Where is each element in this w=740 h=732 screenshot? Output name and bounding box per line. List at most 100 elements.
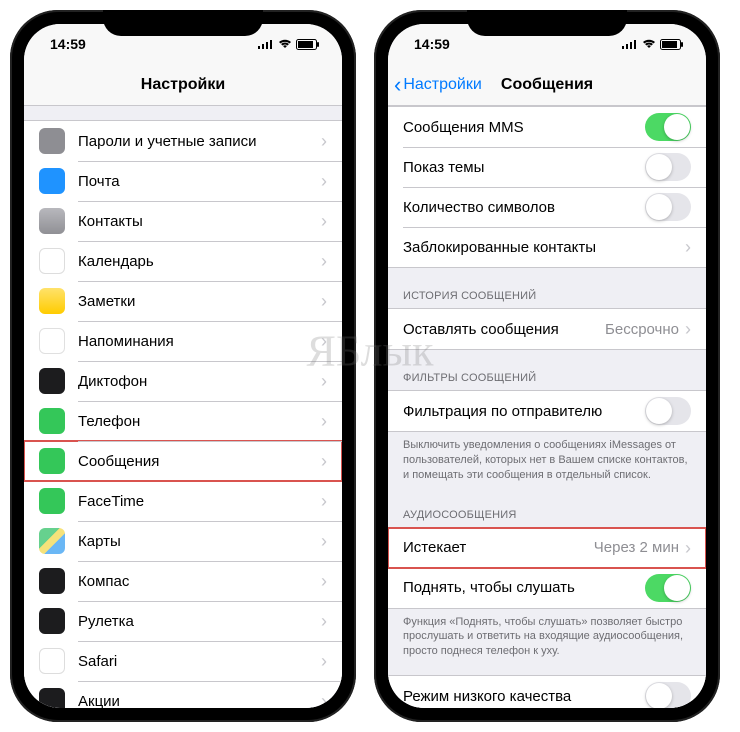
toggle[interactable] (645, 113, 691, 141)
chevron-right-icon: › (685, 320, 691, 338)
row-label: Телефон (78, 413, 321, 430)
wifi-icon (642, 39, 656, 49)
row-expire[interactable]: Истекает Через 2 мин › (388, 528, 706, 568)
chevron-right-icon: › (321, 292, 327, 310)
section-header-filters: ФИЛЬТРЫ СООБЩЕНИЙ (388, 368, 706, 390)
row-low-quality[interactable]: Режим низкого качества (388, 676, 706, 708)
row-label: FaceTime (78, 493, 321, 510)
wifi-icon (278, 39, 292, 49)
row-label: Контакты (78, 213, 321, 230)
screen-right: 14:59 ‹ Настройки Сообщения Сообщения MM… (388, 24, 706, 708)
voice-memos-icon (39, 368, 65, 394)
facetime-icon (39, 488, 65, 514)
battery-icon (296, 39, 320, 50)
row-label: Акции (78, 693, 321, 709)
row-measure[interactable]: Рулетка› (24, 601, 342, 641)
chevron-right-icon: › (321, 212, 327, 230)
row-passwords[interactable]: Пароли и учетные записи› (24, 121, 342, 161)
status-indicators (258, 39, 320, 50)
chevron-right-icon: › (685, 238, 691, 256)
row-char-count[interactable]: Количество символов (388, 187, 706, 227)
row-label: Сообщения (78, 453, 321, 470)
row-label: Диктофон (78, 373, 321, 390)
contacts-icon (39, 208, 65, 234)
row-raise-listen[interactable]: Поднять, чтобы слушать (388, 568, 706, 608)
chevron-right-icon: › (321, 252, 327, 270)
row-label: Режим низкого качества (403, 688, 645, 705)
messages-settings[interactable]: Сообщения MMS Показ темы Количество символ… (388, 106, 706, 708)
back-button[interactable]: ‹ Настройки (394, 64, 482, 105)
chevron-right-icon: › (321, 492, 327, 510)
row-label: Сообщения MMS (403, 119, 645, 136)
toggle[interactable] (645, 397, 691, 425)
cellular-icon (258, 39, 274, 49)
row-label: Safari (78, 653, 321, 670)
row-keep-messages[interactable]: Оставлять сообщения Бессрочно › (388, 309, 706, 349)
settings-list[interactable]: Пароли и учетные записи›Почта›Контакты›К… (24, 106, 342, 708)
maps-icon (39, 528, 65, 554)
row-subject[interactable]: Показ темы (388, 147, 706, 187)
row-mail[interactable]: Почта› (24, 161, 342, 201)
row-blocked[interactable]: Заблокированные контакты› (388, 227, 706, 267)
phone-icon (39, 408, 65, 434)
chevron-right-icon: › (321, 452, 327, 470)
section-footer-audio: Функция «Поднять, чтобы слушать» позволя… (388, 609, 706, 664)
section-footer-filters: Выключить уведомления о сообщениях iMess… (388, 432, 706, 487)
chevron-right-icon: › (321, 132, 327, 150)
status-time: 14:59 (414, 36, 450, 52)
row-compass[interactable]: Компас› (24, 561, 342, 601)
nav-bar: ‹ Настройки Сообщения (388, 64, 706, 106)
row-voice-memos[interactable]: Диктофон› (24, 361, 342, 401)
safari-icon (39, 648, 65, 674)
toggle[interactable] (645, 193, 691, 221)
toggle[interactable] (645, 574, 691, 602)
row-mms[interactable]: Сообщения MMS (388, 107, 706, 147)
row-phone[interactable]: Телефон› (24, 401, 342, 441)
screen-left: 14:59 Настройки Пароли и учетные записи›… (24, 24, 342, 708)
row-reminders[interactable]: Напоминания› (24, 321, 342, 361)
row-messages[interactable]: Сообщения› (24, 441, 342, 481)
section-header-history: ИСТОРИЯ СООБЩЕНИЙ (388, 286, 706, 308)
chevron-right-icon: › (685, 539, 691, 557)
chevron-right-icon: › (321, 692, 327, 708)
section-header-audio: АУДИОСООБЩЕНИЯ (388, 505, 706, 527)
row-filter-unknown[interactable]: Фильтрация по отправителю (388, 391, 706, 431)
row-safari[interactable]: Safari› (24, 641, 342, 681)
chevron-right-icon: › (321, 372, 327, 390)
stocks-icon (39, 688, 65, 708)
row-maps[interactable]: Карты› (24, 521, 342, 561)
measure-icon (39, 608, 65, 634)
chevron-right-icon: › (321, 612, 327, 630)
row-label: Напоминания (78, 333, 321, 350)
toggle[interactable] (645, 153, 691, 181)
chevron-right-icon: › (321, 532, 327, 550)
cellular-icon (622, 39, 638, 49)
row-label: Фильтрация по отправителю (403, 403, 645, 420)
row-contacts[interactable]: Контакты› (24, 201, 342, 241)
row-label: Количество символов (403, 199, 645, 216)
row-label: Поднять, чтобы слушать (403, 579, 645, 596)
calendar-icon (39, 248, 65, 274)
row-label: Оставлять сообщения (403, 321, 605, 338)
notch (103, 10, 263, 36)
mail-icon (39, 168, 65, 194)
row-facetime[interactable]: FaceTime› (24, 481, 342, 521)
row-stocks[interactable]: Акции› (24, 681, 342, 708)
chevron-left-icon: ‹ (394, 74, 401, 96)
status-indicators (622, 39, 684, 50)
row-label: Заблокированные контакты (403, 239, 685, 256)
row-value: Через 2 мин (594, 539, 679, 556)
chevron-right-icon: › (321, 652, 327, 670)
phone-left: 14:59 Настройки Пароли и учетные записи›… (10, 10, 356, 722)
row-calendar[interactable]: Календарь› (24, 241, 342, 281)
row-label: Показ темы (403, 159, 645, 176)
chevron-right-icon: › (321, 172, 327, 190)
toggle[interactable] (645, 682, 691, 708)
nav-title: Настройки (141, 76, 225, 94)
row-notes[interactable]: Заметки› (24, 281, 342, 321)
row-label: Пароли и учетные записи (78, 133, 321, 150)
nav-title: Сообщения (501, 76, 593, 94)
row-label: Рулетка (78, 613, 321, 630)
phone-right: 14:59 ‹ Настройки Сообщения Сообщения MM… (374, 10, 720, 722)
row-label: Заметки (78, 293, 321, 310)
